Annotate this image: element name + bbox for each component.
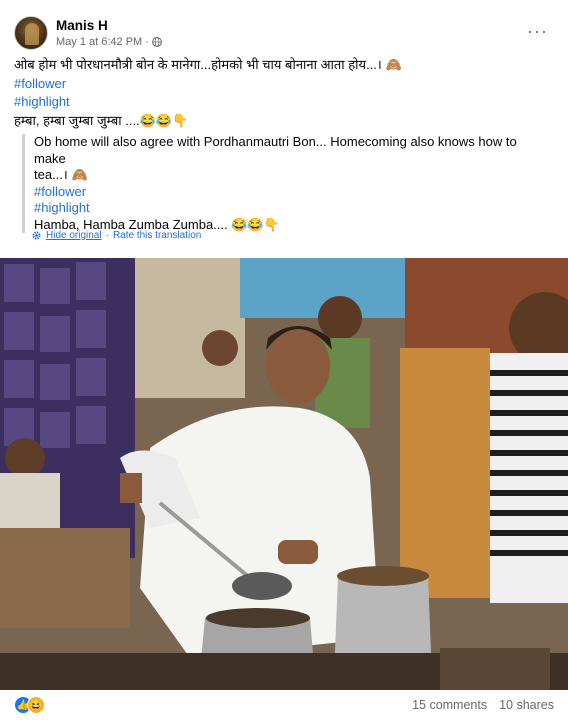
post-meta: Manis H May 1 at 6:42 PM · [56,17,162,50]
author-name[interactable]: Manis H [56,17,162,34]
reactions-summary[interactable]: 👍 😆 [14,696,45,714]
post-text-line: ओब होम भी पोरधानमौत्री बोन के मानेगा...ह… [14,57,402,72]
avatar[interactable] [14,16,48,50]
globe-icon [152,37,162,47]
translation-hashtag-highlight[interactable]: #highlight [34,200,542,217]
post-header: Manis H May 1 at 6:42 PM · [14,16,162,50]
translation-hashtag-follower[interactable]: #follower [34,184,542,201]
translation-controls: Hide original · Rate this translation [31,230,201,241]
engagement-counts: 15 comments 10 shares [412,698,554,712]
translation-line: tea...। 🙈 [34,167,88,182]
hashtag-follower[interactable]: #follower [14,75,554,94]
comments-count[interactable]: 15 comments [412,698,487,712]
rate-translation-link[interactable]: Rate this translation [113,230,201,241]
hashtag-highlight[interactable]: #highlight [14,93,554,112]
post-photo[interactable] [0,258,568,690]
translation-line: Ob home will also agree with Pordhanmaut… [34,134,517,166]
post-subtitle: May 1 at 6:42 PM · [56,35,162,50]
translation-block: Ob home will also agree with Pordhanmaut… [22,134,542,233]
post-date[interactable]: May 1 at 6:42 PM [56,35,142,50]
post-text: ओब होम भी पोरधानमौत्री बोन के मानेगा...ह… [14,56,554,130]
post-text-line: हम्बा, हम्बा जुम्बा जुम्बा ....😂😂👇 [14,112,189,128]
gear-icon[interactable] [31,230,42,241]
photo-illustration [0,258,568,690]
shares-count[interactable]: 10 shares [499,698,554,712]
haha-icon: 😆 [27,696,45,714]
hide-original-link[interactable]: Hide original [46,230,102,241]
more-options-button[interactable]: ··· [527,22,548,40]
translation-separator: · [105,230,109,241]
subtitle-separator: · [145,35,149,48]
post-footer: 👍 😆 15 comments 10 shares [0,690,568,722]
